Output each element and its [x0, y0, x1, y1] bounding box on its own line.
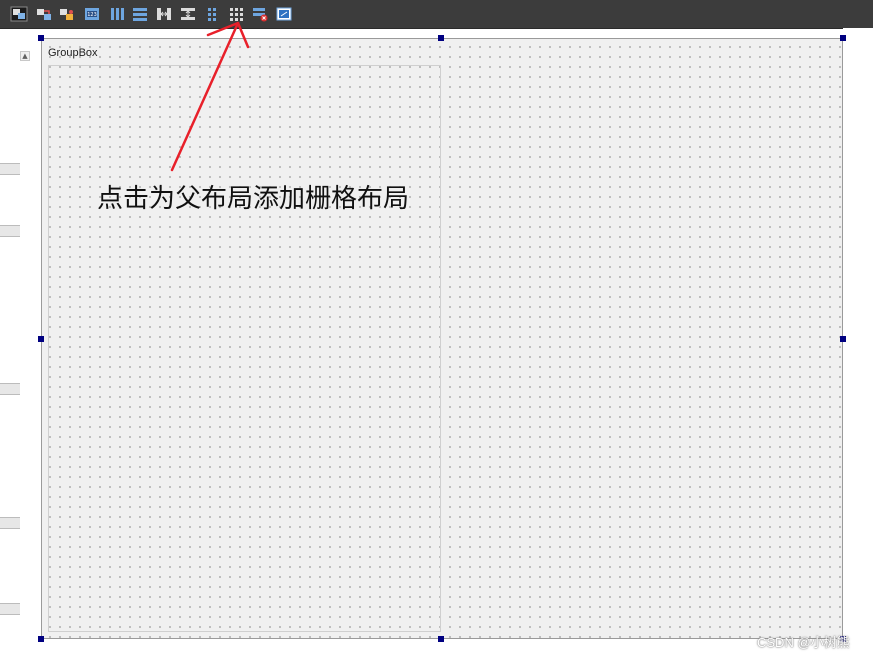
- annotation-text: 点击为父布局添加栅格布局: [97, 184, 410, 214]
- panel-section-header[interactable]: [0, 225, 20, 237]
- selection-handle-bottom[interactable]: [438, 636, 444, 642]
- edit-tab-order-icon: 123: [85, 8, 99, 20]
- svg-text:123: 123: [87, 12, 97, 18]
- selection-handle-left[interactable]: [38, 336, 44, 342]
- scroll-up-icon[interactable]: ▲: [20, 51, 30, 61]
- layout-horizontal-icon: [111, 8, 124, 20]
- layout-vertical-icon: [133, 8, 147, 21]
- selection-handle-top-left[interactable]: [38, 35, 44, 41]
- edit-widgets-button[interactable]: [10, 6, 28, 22]
- edit-signals-slots-icon: [37, 9, 51, 20]
- selection-handle-right[interactable]: [840, 336, 846, 342]
- panel-section-header[interactable]: [0, 163, 20, 175]
- layout-vertical-button[interactable]: [131, 6, 149, 22]
- annotation-arrow: [170, 21, 250, 172]
- selection-handle-top-right[interactable]: [840, 35, 846, 41]
- edit-tab-order-button[interactable]: 123: [83, 6, 101, 22]
- adjust-size-button[interactable]: [275, 6, 293, 22]
- selection-handle-top[interactable]: [438, 35, 444, 41]
- editor-right-margin: [843, 28, 873, 658]
- edit-signals-slots-button[interactable]: [35, 6, 53, 22]
- panel-section-header[interactable]: [0, 517, 20, 529]
- adjust-size-icon: [276, 7, 292, 21]
- edit-widgets-icon: [10, 6, 28, 22]
- groupbox-title: GroupBox: [48, 47, 98, 59]
- layout-horizontal-button[interactable]: [108, 6, 126, 22]
- annotation-arrow-line: [170, 21, 240, 172]
- designer-toolbar: 123: [0, 0, 873, 29]
- watermark: CSDN @小树熊: [757, 635, 850, 650]
- left-dock-panel: ▲: [0, 29, 32, 658]
- edit-buddies-icon: [60, 9, 73, 20]
- edit-buddies-button[interactable]: [58, 6, 76, 22]
- selection-handle-bottom-left[interactable]: [38, 636, 44, 642]
- panel-section-header[interactable]: [0, 383, 20, 395]
- panel-section-header[interactable]: [0, 603, 20, 615]
